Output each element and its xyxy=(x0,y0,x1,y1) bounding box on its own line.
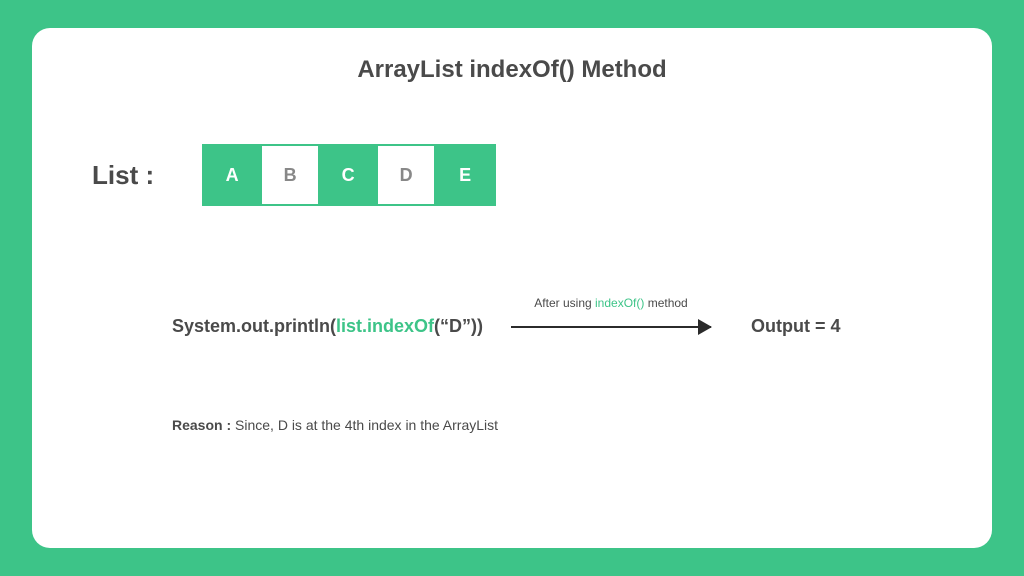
reason-text: Since, D is at the 4th index in the Arra… xyxy=(235,417,498,433)
arrow-caption: After using indexOf() method xyxy=(534,296,687,310)
arrow-caption-highlight: indexOf() xyxy=(595,296,644,310)
reason-label: Reason : xyxy=(172,417,235,433)
cell-e: E xyxy=(436,146,494,204)
output-text: Output = 4 xyxy=(751,316,841,337)
cell-b: B xyxy=(262,146,320,204)
arrow-caption-after: method xyxy=(644,296,687,310)
code-expression: System.out.println(list.indexOf(“D”)) xyxy=(172,316,483,337)
code-highlight: list.indexOf xyxy=(336,316,434,336)
arrow-wrap: After using indexOf() method xyxy=(511,326,711,328)
page-title: ArrayList indexOf() Method xyxy=(72,56,952,84)
reason-line: Reason : Since, D is at the 4th index in… xyxy=(172,417,952,433)
flow-row: System.out.println(list.indexOf(“D”)) Af… xyxy=(172,316,952,337)
diagram-card: ArrayList indexOf() Method List : A B C … xyxy=(32,28,992,548)
cells-container: A B C D E xyxy=(202,144,496,206)
code-suffix: (“D”)) xyxy=(434,316,483,336)
arrow-caption-before: After using xyxy=(534,296,595,310)
arrow-right-icon xyxy=(511,326,711,328)
cell-d: D xyxy=(378,146,436,204)
cell-c: C xyxy=(320,146,378,204)
list-label: List : xyxy=(92,160,154,191)
cell-a: A xyxy=(204,146,262,204)
code-prefix: System.out.println( xyxy=(172,316,336,336)
list-row: List : A B C D E xyxy=(92,144,952,206)
